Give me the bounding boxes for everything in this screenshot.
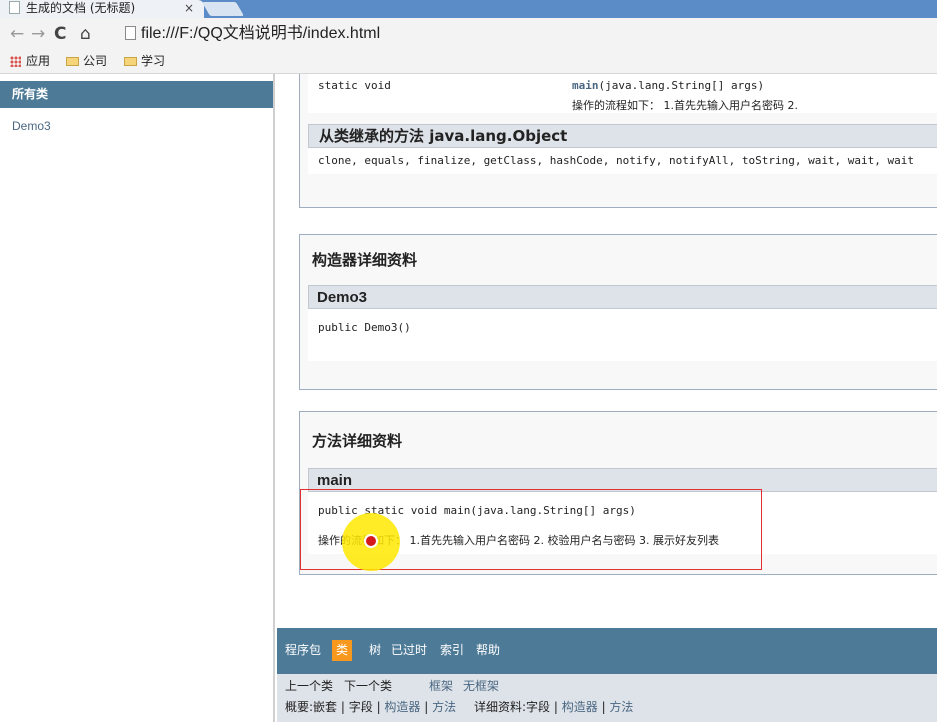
constructor-signature: public Demo3() (318, 321, 411, 334)
nav-package[interactable]: 程序包 (285, 643, 321, 658)
method-modifier: static void (318, 79, 391, 92)
bookmark-study[interactable]: 学习 (124, 54, 165, 68)
address-bar[interactable]: file:///F:/QQ文档说明书/index.html (141, 23, 380, 45)
constructor-detail-block: 构造器详细资料 Demo3 public Demo3() (299, 234, 937, 390)
detail-constructors-link[interactable]: 构造器 (562, 700, 598, 714)
bookmarks-bar: 应用 公司 学习 (0, 50, 937, 74)
detail-fields: 字段 (526, 700, 551, 714)
inherited-methods-header: 从类继承的方法 java.lang.Object (308, 124, 937, 148)
new-tab-button[interactable] (201, 2, 245, 16)
class-doc-frame: static void main(java.lang.String[] args… (277, 74, 937, 722)
class-list-frame: 所有类 Demo3 (0, 74, 275, 722)
summary-methods-link[interactable]: 方法 (432, 700, 456, 714)
detail-methods-link[interactable]: 方法 (609, 700, 633, 714)
method-signature: main(java.lang.String[] args) (572, 79, 764, 92)
method-detail-name: main (317, 472, 353, 489)
nav-index[interactable]: 索引 (440, 643, 464, 658)
summary-fields: 字段 (348, 700, 373, 714)
all-classes-header: 所有类 (0, 81, 273, 108)
reload-icon[interactable]: C (54, 23, 66, 45)
nav-help[interactable]: 帮助 (476, 643, 500, 658)
nav-tree[interactable]: 树 (369, 643, 381, 658)
constructor-header: Demo3 (308, 285, 937, 309)
summary-nav: 概要:嵌套 | 字段 | 构造器 | 方法 (285, 700, 457, 714)
method-detail-title: 方法详细资料 (312, 432, 403, 450)
no-frames-link[interactable]: 无框架 (463, 679, 499, 693)
method-summary-description: 操作的流程如下： 1.首先先输入用户名密码 2. (572, 99, 798, 112)
method-summary-row: static void main(java.lang.String[] args… (308, 74, 937, 113)
method-params: (java.lang.String[] args) (598, 79, 765, 92)
next-class-link[interactable]: 下一个类 (344, 679, 392, 693)
doc-navbar: 程序包 类 树 已过时 索引 帮助 (277, 628, 937, 674)
apps-icon[interactable] (10, 56, 21, 67)
home-icon[interactable]: ⌂ (80, 23, 91, 45)
constructor-name: Demo3 (317, 289, 368, 306)
browser-tab[interactable]: 生成的文档 (无标题) × (0, 0, 204, 18)
back-icon[interactable]: ← (10, 23, 24, 45)
folder-icon (66, 57, 79, 66)
summary-nested: 嵌套 (313, 700, 338, 714)
prev-class-link[interactable]: 上一个类 (285, 679, 333, 693)
cursor-icon (364, 534, 378, 548)
method-detail-header: main (308, 468, 937, 492)
tab-title: 生成的文档 (无标题) (26, 1, 136, 15)
bookmark-apps[interactable]: 应用 (26, 54, 50, 68)
method-summary-block: static void main(java.lang.String[] args… (299, 74, 937, 208)
method-detail-body: public static void main(java.lang.String… (308, 492, 937, 554)
inherited-methods-text[interactable]: clone, equals, finalize, getClass, hashC… (318, 154, 914, 167)
document-icon (9, 1, 20, 14)
constructor-detail-title: 构造器详细资料 (312, 251, 418, 269)
browser-tab-bar: 生成的文档 (无标题) × (0, 0, 937, 18)
nav-deprecated[interactable]: 已过时 (391, 643, 427, 658)
constructor-body: public Demo3() (308, 309, 937, 361)
folder-icon (124, 57, 137, 66)
detail-nav: 详细资料:字段 | 构造器 | 方法 (474, 700, 634, 714)
forward-icon[interactable]: → (31, 23, 45, 45)
summary-label: 概要: (285, 700, 314, 714)
detail-label: 详细资料: (474, 700, 527, 714)
frames-link[interactable]: 框架 (429, 679, 453, 693)
inherited-methods-list: clone, equals, finalize, getClass, hashC… (308, 148, 937, 174)
method-link-main[interactable]: main (572, 79, 599, 92)
nav-class[interactable]: 类 (332, 640, 353, 661)
class-link-demo3[interactable]: Demo3 (12, 119, 51, 133)
page-icon (125, 26, 136, 40)
tab-close-icon[interactable]: × (184, 0, 194, 16)
bookmark-company[interactable]: 公司 (66, 54, 107, 68)
summary-constructors-link[interactable]: 构造器 (384, 700, 420, 714)
inherited-methods-title: 从类继承的方法 java.lang.Object (319, 127, 568, 145)
doc-subnav: 上一个类 下一个类 框架 无框架 概要:嵌套 | 字段 | 构造器 | 方法 详… (277, 674, 937, 722)
all-classes-title: 所有类 (12, 87, 49, 101)
browser-toolbar: ← → C ⌂ file:///F:/QQ文档说明书/index.html (0, 18, 937, 50)
